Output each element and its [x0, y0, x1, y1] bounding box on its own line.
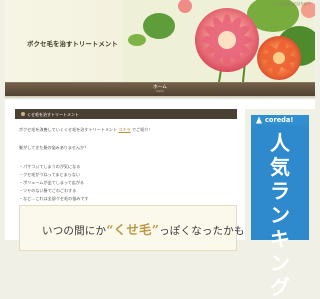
bullet-icon	[21, 112, 25, 116]
coreda-banner-header[interactable]: coreda!	[251, 115, 309, 125]
nav-divider	[5, 96, 315, 100]
post-link[interactable]: コチラ	[118, 127, 130, 132]
site-title[interactable]: ボクセ毛を治すトリートメント	[27, 39, 118, 48]
site-header: クセ毛改善の方法を紹介 ボクセ毛を治すトリートメント	[5, 0, 315, 82]
post-line: ・ボリュームが出てしまって広がる	[19, 180, 85, 185]
post-line: ・など…これは全部クセ毛の悩みです	[19, 196, 89, 201]
post-title-bar: くせ毛を治すトリートメント	[15, 109, 237, 119]
banner-text-pre: いつの間にか	[42, 225, 107, 237]
page: クセ毛改善の方法を紹介 ボクセ毛を治すトリートメント ホーム home くせ毛を…	[5, 0, 315, 299]
banner-text-post: っぽくなったかも？	[159, 225, 256, 237]
post-line: ボクセ毛を改善していくくせ毛を治すトリートメント コチラ でご紹介！	[19, 127, 153, 133]
post-line: ・クセ毛がうねってまとまらない	[19, 172, 80, 177]
sidebar-box: coreda! 人気ランキング	[245, 109, 315, 299]
coreda-logo-icon	[256, 116, 262, 124]
post-line: 髪がしてきた髪の悩みありませんか？	[19, 145, 89, 150]
ranking-label: 人気ランキング	[270, 131, 290, 299]
banner-headline: いつの間にか“くせ毛”っぽくなったかも？	[42, 219, 255, 238]
banner-text-highlight: “くせ毛”	[106, 222, 160, 237]
sidebar: coreda! 人気ランキング	[245, 109, 315, 299]
nav-item-sublabel: home	[156, 90, 164, 93]
post-line: ・ツヤのない髪でごわごわする	[19, 188, 77, 193]
post-text: でご紹介！	[132, 127, 153, 132]
main-content: くせ毛を治すトリートメント ボクセ毛を改善していくくせ毛を治すトリートメント コ…	[15, 109, 255, 251]
header-top-note: クセ毛改善の方法を紹介	[272, 2, 312, 6]
post-title[interactable]: くせ毛を治すトリートメント	[27, 112, 79, 118]
post-text: ボクセ毛を改善していくくせ毛を治すトリートメント	[19, 127, 118, 132]
flower-header-image	[123, 0, 315, 82]
promo-banner[interactable]: いつの間にか“くせ毛”っぽくなったかも？	[19, 205, 255, 251]
ranking-banner[interactable]: 人気ランキング	[251, 125, 309, 299]
global-nav: ホーム home	[5, 82, 315, 97]
nav-item-home[interactable]: ホーム home	[148, 85, 172, 93]
post-line: ・パサついてしまうのが気になる	[19, 164, 81, 169]
coreda-logo: coreda!	[265, 116, 294, 124]
